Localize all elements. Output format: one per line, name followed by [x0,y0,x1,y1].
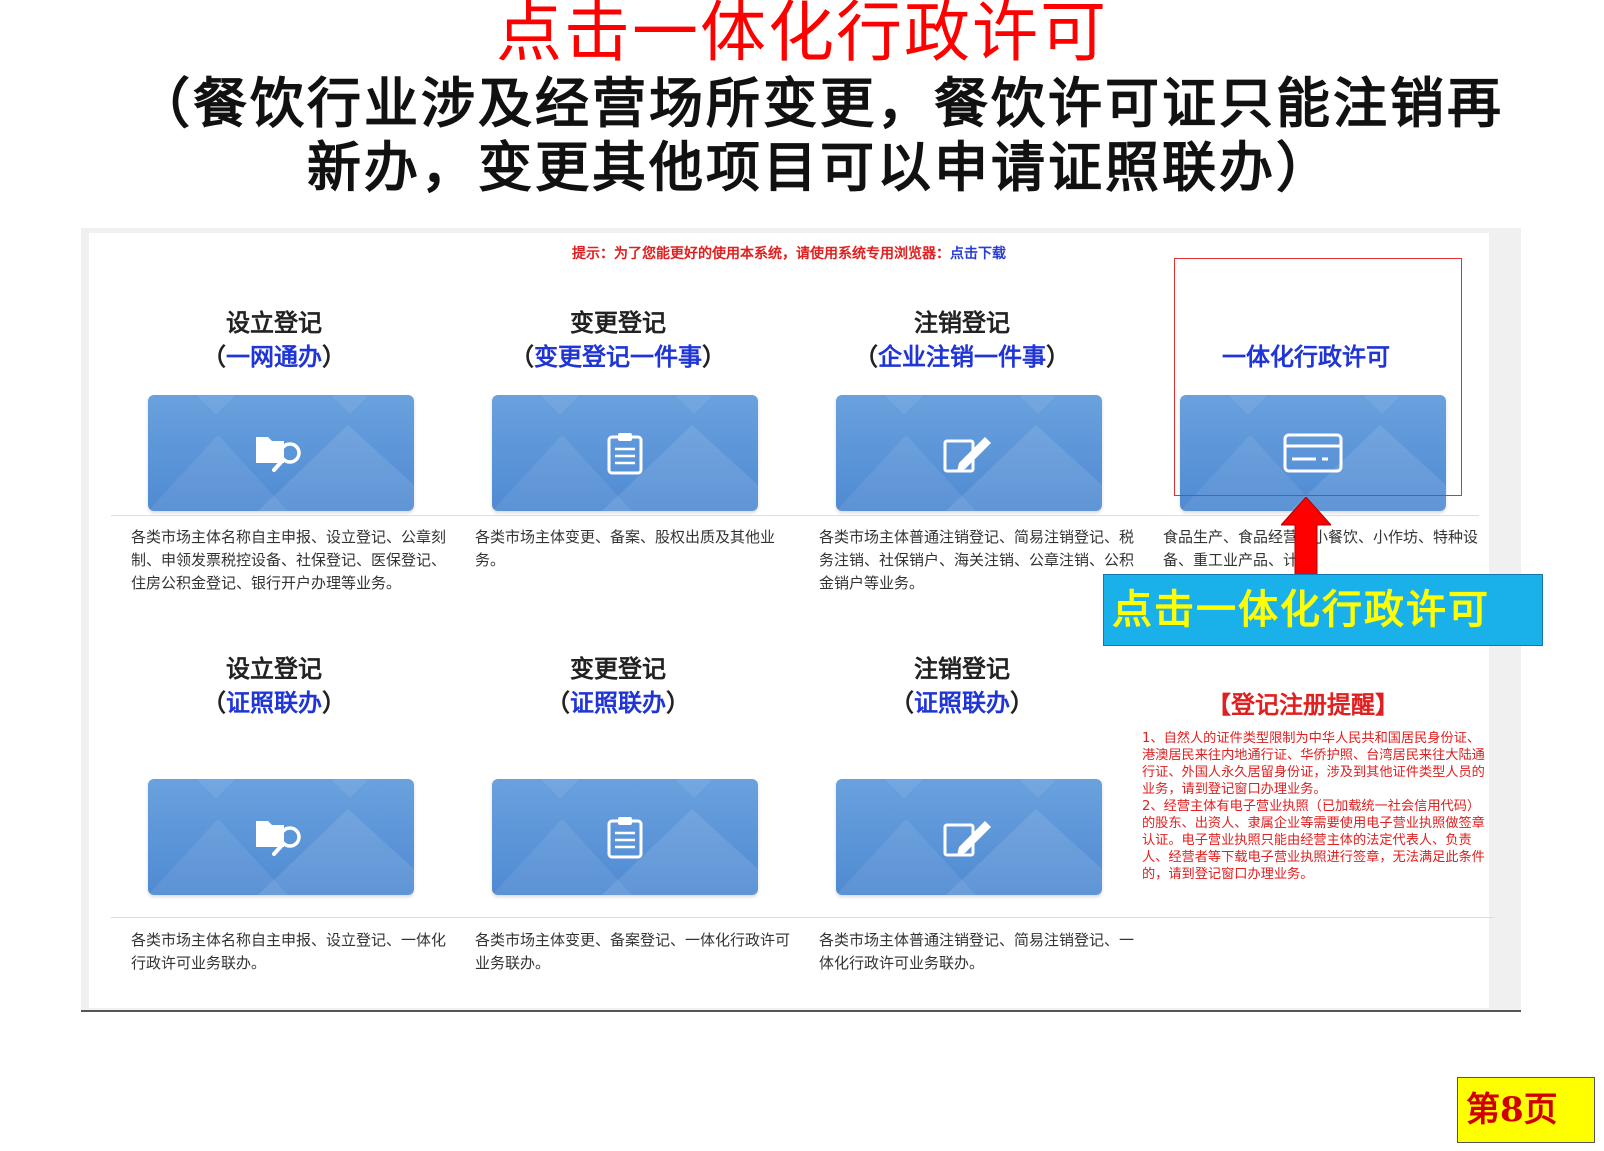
folder-search-icon [256,437,301,472]
card-subtitle: （一网通办） [202,343,346,371]
clipboard-icon [607,433,643,475]
setup-registration-tile[interactable] [148,395,414,511]
page-number-badge: 第8页 [1457,1077,1595,1143]
card-description: 各类市场主体变更、备案、股权出质及其他业务。 [475,528,776,569]
card-title: 变更登记 [570,655,666,683]
card-setup-registration: 设立登记 （一网通办） [129,306,419,374]
setup-joint-license-tile[interactable] [148,779,414,895]
card-subtitle-link[interactable]: 证照联办 [226,689,322,717]
reminder-item: 2、经营主体有电子营业执照（已加载统一社会信用代码）的股东、出资人、隶属企业等需… [1142,799,1485,882]
divider [111,515,461,516]
card-subtitle-link[interactable]: 证照联办 [570,689,666,717]
card-subtitle: （证照联办） [202,689,346,717]
card-description: 各类市场主体普通注销登记、简易注销登记、税务注销、社保销户、海关注销、公章注销、… [819,528,1135,592]
card-subtitle: （企业注销一件事） [854,343,1070,371]
clipboard-icon [607,817,643,859]
divider [805,515,1149,516]
red-up-arrow-icon [1281,497,1331,579]
highlight-box [1174,258,1462,496]
change-joint-license-tile[interactable] [492,779,758,895]
card-title: 注销登记 [914,309,1010,337]
reminder-body: 1、自然人的证件类型限制为中华人民共和国居民身份证、港澳居民来往内地通行证、华侨… [1142,730,1487,883]
card-subtitle-link[interactable]: 一网通办 [226,343,322,371]
cancellation-registration-tile[interactable] [836,395,1102,511]
card-cancellation-registration: 注销登记 （企业注销一件事） [817,306,1107,374]
download-link[interactable]: 点击下载 [950,246,1006,262]
slide-subtitle: （餐饮行业涉及经营场所变更，餐饮许可证只能注销再新办，变更其他项目可以申请证照联… [136,72,1504,199]
card-title: 设立登记 [226,655,322,683]
divider [111,917,461,918]
card-subtitle-link[interactable]: 证照联办 [914,689,1010,717]
card-description: 各类市场主体普通注销登记、简易注销登记、一体化行政许可业务联办。 [819,931,1135,972]
card-change-registration: 变更登记 （变更登记一件事） [473,306,763,374]
card-subtitle-link[interactable]: 变更登记一件事 [534,343,702,371]
card-change-joint-license: 变更登记 （证照联办） [473,652,763,720]
card-title: 变更登记 [570,309,666,337]
callout-label: 点击一体化行政许可 [1103,574,1543,646]
card-subtitle: （证照联办） [890,689,1034,717]
card-subtitle-link[interactable]: 企业注销一件事 [878,343,1046,371]
slide-title: 点击一体化行政许可 [496,0,1108,71]
card-setup-joint-license: 设立登记 （证照联办） [129,652,419,720]
edit-pen-icon [943,437,991,473]
edit-pen-icon [943,821,991,857]
card-description: 各类市场主体名称自主申报、设立登记、一体化行政许可业务联办。 [131,931,447,972]
card-description: 各类市场主体名称自主申报、设立登记、公章刻制、申领发票税控设备、社保登记、医保登… [131,528,447,592]
divider [461,917,805,918]
change-registration-tile[interactable] [492,395,758,511]
divider [805,917,1495,918]
reminder-item: 1、自然人的证件类型限制为中华人民共和国居民身份证、港澳居民来往内地通行证、华侨… [1142,731,1485,797]
card-cancellation-joint-license: 注销登记 （证照联办） [817,652,1107,720]
card-title: 注销登记 [914,655,1010,683]
tip-text: 提示：为了您能更好的使用本系统，请使用系统专用浏览器： [572,246,950,262]
cancellation-joint-license-tile[interactable] [836,779,1102,895]
card-subtitle: （证照联办） [546,689,690,717]
folder-search-icon [256,821,301,856]
card-title: 设立登记 [226,309,322,337]
divider [461,515,805,516]
card-description: 各类市场主体变更、备案登记、一体化行政许可业务联办。 [475,931,791,972]
card-subtitle: （变更登记一件事） [510,343,726,371]
reminder-title: 【登记注册提醒】 [1207,691,1399,719]
